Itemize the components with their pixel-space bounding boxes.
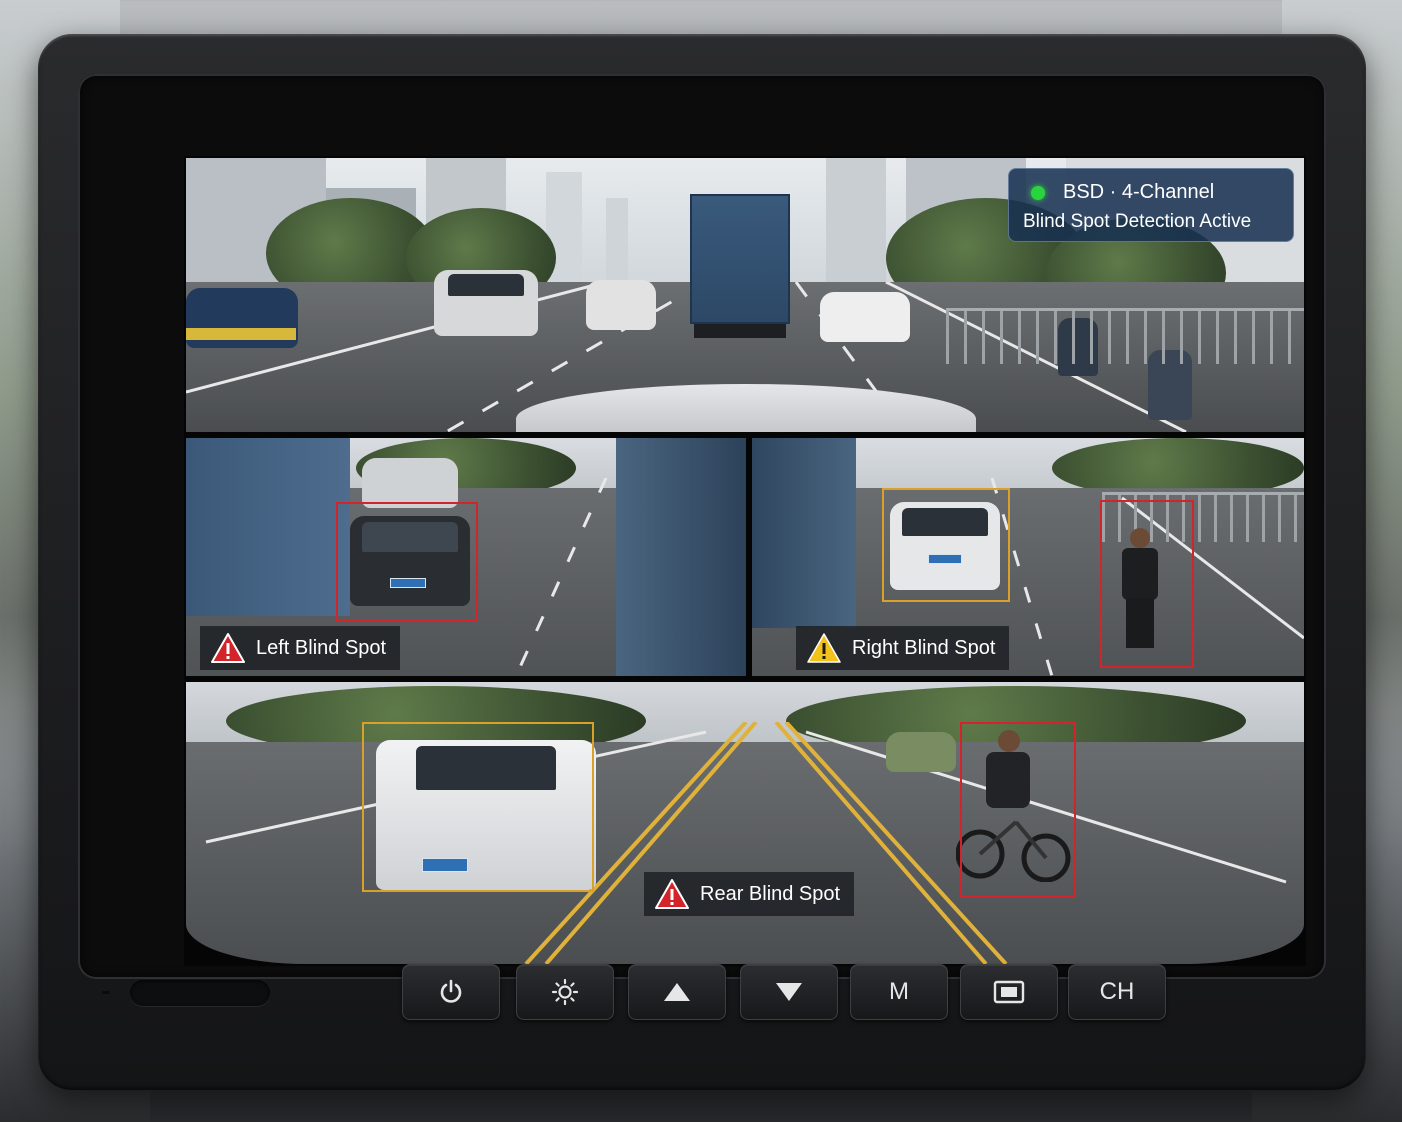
detection-box-left bbox=[336, 502, 478, 622]
channel-button[interactable]: CH bbox=[1068, 964, 1166, 1020]
triangle-down-icon bbox=[776, 983, 802, 1001]
menu-button[interactable]: M bbox=[850, 964, 948, 1020]
brightness-button[interactable] bbox=[516, 964, 614, 1020]
car bbox=[886, 732, 956, 772]
bsd-status-badge: BSD · 4-Channel Blind Spot Detection Act… bbox=[1008, 168, 1294, 242]
car bbox=[586, 280, 656, 330]
power-button[interactable] bbox=[402, 964, 500, 1020]
warning-triangle-icon bbox=[655, 879, 689, 909]
status-line2: Blind Spot Detection Active bbox=[1023, 211, 1252, 232]
truck-side bbox=[752, 438, 856, 628]
microphone-hole bbox=[102, 991, 110, 994]
warning-triangle-icon bbox=[211, 633, 245, 663]
detection-box-rear-cyclist bbox=[960, 722, 1076, 898]
monitor-housing: BSD · 4-Channel Blind Spot Detection Act… bbox=[38, 34, 1366, 1090]
up-button[interactable] bbox=[628, 964, 726, 1020]
status-line1: BSD · 4-Channel bbox=[1063, 181, 1215, 203]
detection-box-rear-car bbox=[362, 722, 594, 892]
triangle-up-icon bbox=[664, 983, 690, 1001]
rear-blind-spot-warning: Rear Blind Spot bbox=[644, 872, 855, 916]
car bbox=[820, 292, 910, 342]
car bbox=[362, 458, 458, 508]
lane-markings bbox=[205, 722, 1287, 964]
camera-left-view[interactable]: Left Blind Spot bbox=[186, 438, 746, 676]
truck-bumper bbox=[694, 324, 786, 338]
display-screen: BSD · 4-Channel Blind Spot Detection Act… bbox=[184, 156, 1306, 966]
car-window bbox=[448, 274, 524, 296]
taxi-stripe bbox=[186, 328, 296, 340]
screen-bezel: BSD · 4-Channel Blind Spot Detection Act… bbox=[78, 74, 1326, 979]
monitor-stand bbox=[150, 1090, 1252, 1122]
menu-button-label: M bbox=[889, 978, 909, 1005]
camera-right-view[interactable]: Right Blind Spot bbox=[752, 438, 1304, 676]
left-blind-spot-warning: Left Blind Spot bbox=[200, 626, 401, 670]
screen-icon bbox=[993, 980, 1025, 1004]
truck-side bbox=[616, 438, 746, 676]
speaker-grille bbox=[130, 980, 270, 1006]
power-icon bbox=[440, 979, 462, 1003]
building bbox=[606, 198, 628, 288]
display-mode-button[interactable] bbox=[960, 964, 1058, 1020]
camera-front-view[interactable]: BSD · 4-Channel Blind Spot Detection Act… bbox=[186, 158, 1304, 432]
sun-icon bbox=[551, 978, 579, 1006]
building bbox=[826, 158, 886, 298]
right-warning-label: Right Blind Spot bbox=[852, 636, 996, 659]
active-indicator-icon bbox=[1031, 185, 1045, 200]
rear-warning-label: Rear Blind Spot bbox=[700, 882, 841, 905]
truck-container bbox=[690, 194, 790, 324]
channel-button-label: CH bbox=[1099, 978, 1135, 1005]
detection-box-right-car bbox=[882, 488, 1010, 602]
camera-rear-view[interactable]: Rear Blind Spot bbox=[186, 682, 1304, 964]
detection-box-right-pedestrian bbox=[1100, 500, 1194, 668]
truck-side bbox=[186, 438, 350, 616]
down-button[interactable] bbox=[740, 964, 838, 1020]
railing bbox=[946, 308, 1304, 364]
warning-triangle-icon bbox=[807, 633, 841, 663]
right-blind-spot-warning: Right Blind Spot bbox=[796, 626, 1010, 670]
left-warning-label: Left Blind Spot bbox=[256, 636, 387, 659]
